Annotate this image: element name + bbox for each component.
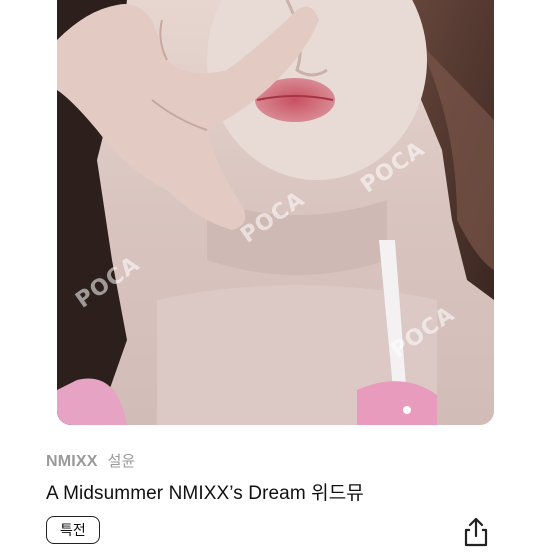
photocard-image[interactable]: POCA POCA POCA POCA: [57, 0, 494, 425]
group-name[interactable]: NMIXX: [46, 453, 98, 471]
benefit-badge: 특전: [46, 516, 100, 544]
artist-meta: NMIXX 설윤: [46, 450, 135, 471]
share-button[interactable]: [458, 514, 494, 550]
member-name[interactable]: 설윤: [108, 450, 136, 471]
photocard-title: A Midsummer NMIXX’s Dream 위드뮤: [46, 483, 364, 504]
share-icon: [464, 517, 488, 547]
